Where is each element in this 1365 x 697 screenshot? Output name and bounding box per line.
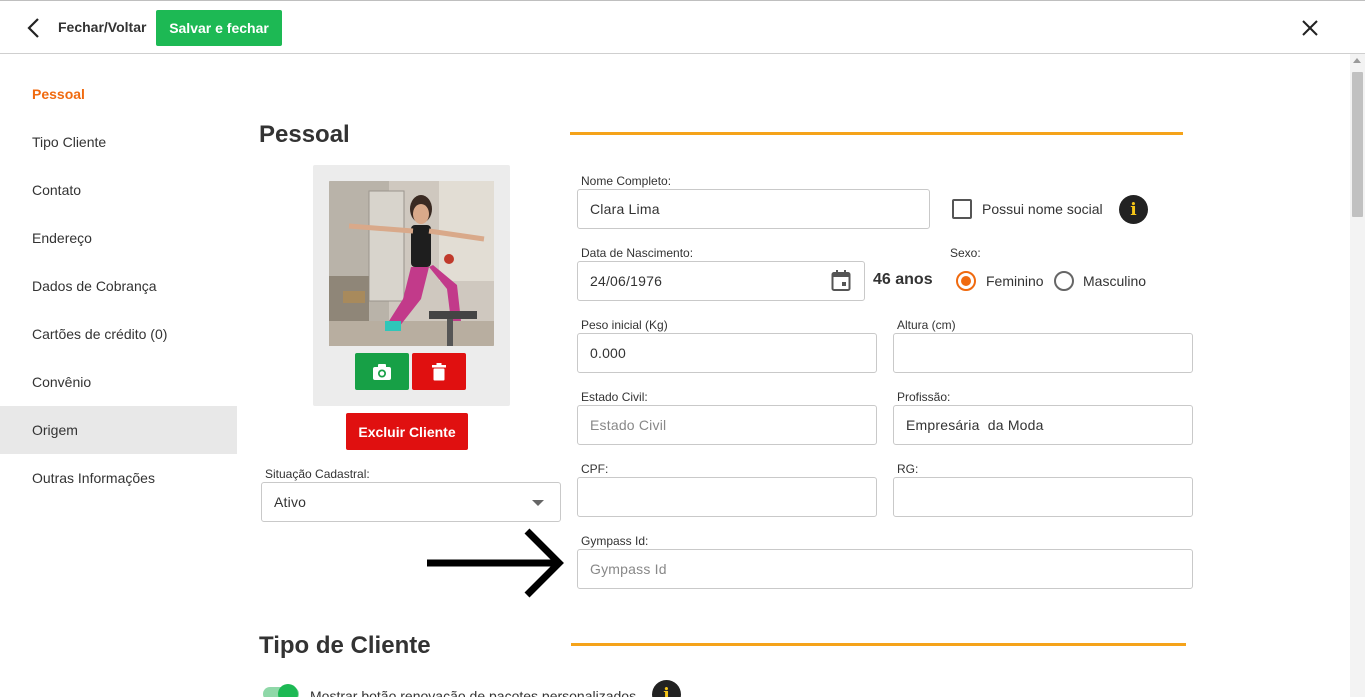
close-icon[interactable] [1299,17,1321,39]
sidebar-item-label: Tipo Cliente [32,134,107,150]
sexo-masculino-radio[interactable] [1054,271,1074,291]
profissao-input[interactable]: Empresária da Moda [893,405,1193,445]
rg-input[interactable] [893,477,1193,517]
nome-social-checkbox[interactable] [952,199,972,219]
sidebar-item-label: Contato [32,182,82,198]
cpf-input[interactable] [577,477,877,517]
nome-completo-label: Nome Completo: [581,174,672,188]
sexo-masculino-label: Masculino [1083,273,1147,289]
sidebar-nav: Pessoal Tipo Cliente Contato Endereço Da… [0,70,237,502]
situacao-cadastral-label: Situação Cadastral: [265,467,370,481]
photo-card [313,165,510,406]
sidebar-item-label: Endereço [32,230,92,246]
toggle-label: Mostrar botão renovação de pacotes perso… [310,688,637,697]
calendar-icon[interactable] [831,270,851,292]
info-icon[interactable]: i [652,680,681,697]
sidebar-item-convenio[interactable]: Convênio [0,358,237,406]
cpf-label: CPF: [581,462,609,476]
info-icon[interactable]: i [1119,195,1148,224]
rg-label: RG: [897,462,919,476]
back-label[interactable]: Fechar/Voltar [58,19,146,35]
gympass-id-label: Gympass Id: [581,534,649,548]
caret-down-icon [532,500,544,506]
section-title-pessoal: Pessoal [259,121,350,148]
sidebar-item-outras-informacoes[interactable]: Outras Informações [0,454,237,502]
gympass-id-input[interactable]: Gympass Id [577,549,1193,589]
age-text: 46 anos [873,271,933,288]
section-title-tipo-cliente: Tipo de Cliente [259,632,431,659]
sidebar-item-label: Origem [32,422,78,438]
sidebar-item-label: Outras Informações [32,470,155,486]
sidebar-item-label: Dados de Cobrança [32,278,157,294]
scrollbar-thumb[interactable] [1352,72,1363,217]
trash-icon [432,362,446,380]
situacao-cadastral-select[interactable]: Ativo [261,482,561,522]
situacao-cadastral-value: Ativo [274,494,307,510]
estado-civil-input[interactable]: Estado Civil [577,405,877,445]
scroll-up-arrow-icon[interactable] [1353,58,1361,63]
data-nascimento-value: 24/06/1976 [590,273,663,289]
data-nascimento-input[interactable]: 24/06/1976 [577,261,865,301]
sidebar-item-tipo-cliente[interactable]: Tipo Cliente [0,118,237,166]
altura-input[interactable] [893,333,1193,373]
delete-photo-button[interactable] [412,353,466,390]
altura-label: Altura (cm) [897,318,956,332]
sidebar-item-cartoes-credito[interactable]: Cartões de crédito (0) [0,310,237,358]
sidebar-item-contato[interactable]: Contato [0,166,237,214]
peso-inicial-input[interactable]: 0.000 [577,333,877,373]
section-divider [571,643,1186,646]
sexo-label: Sexo: [950,246,981,260]
profissao-value: Empresária da Moda [906,417,1044,433]
sidebar-item-label: Cartões de crédito (0) [32,326,168,342]
sidebar-item-endereco[interactable]: Endereço [0,214,237,262]
sidebar-item-origem[interactable]: Origem [0,406,237,454]
estado-civil-placeholder: Estado Civil [590,417,667,433]
top-bar: Fechar/Voltar Salvar e fechar [0,0,1365,54]
peso-inicial-value: 0.000 [590,345,627,361]
nome-completo-value: Clara Lima [590,201,660,217]
scrollbar[interactable] [1350,54,1365,697]
camera-button[interactable] [355,353,409,390]
section-divider [570,132,1183,135]
delete-client-button[interactable]: Excluir Cliente [346,413,468,450]
sidebar-item-pessoal[interactable]: Pessoal [0,70,237,118]
sidebar-item-label: Convênio [32,374,92,390]
nome-social-label: Possui nome social [982,201,1103,217]
chevron-left-icon[interactable] [22,15,48,41]
sidebar-item-dados-cobranca[interactable]: Dados de Cobrança [0,262,237,310]
nome-completo-input[interactable]: Clara Lima [577,189,930,229]
save-and-close-button[interactable]: Salvar e fechar [156,10,282,46]
sidebar-item-label: Pessoal [32,86,85,102]
gympass-id-placeholder: Gympass Id [590,561,667,577]
sexo-feminino-label: Feminino [986,273,1044,289]
data-nascimento-label: Data de Nascimento: [581,246,694,260]
arrow-annotation-icon [427,528,564,598]
sexo-feminino-radio[interactable] [956,271,976,291]
profissao-label: Profissão: [897,390,951,404]
peso-inicial-label: Peso inicial (Kg) [581,318,668,332]
estado-civil-label: Estado Civil: [581,390,648,404]
camera-icon [373,363,391,380]
toggle-knob[interactable] [278,684,298,697]
client-photo [329,181,494,346]
